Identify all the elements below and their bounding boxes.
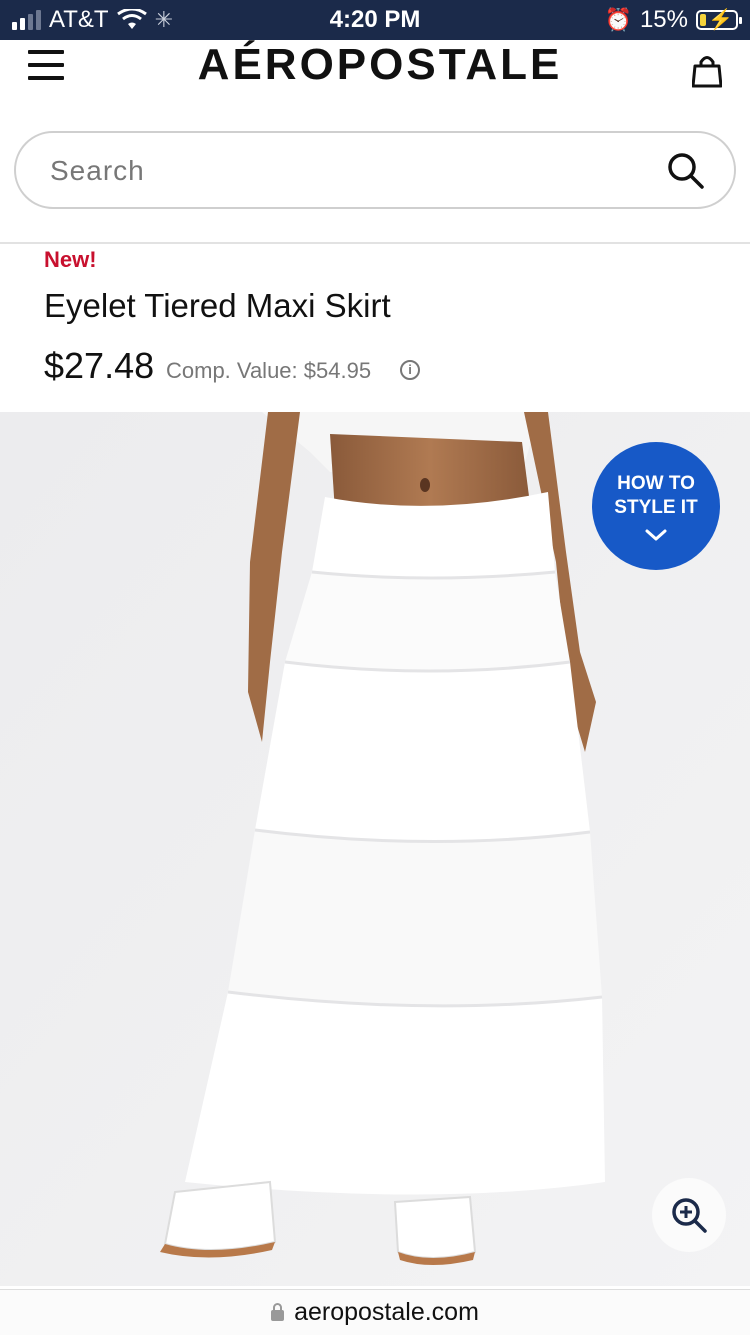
- battery-percent: 15%: [639, 6, 688, 33]
- comp-value: Comp. Value: $54.95: [166, 358, 372, 383]
- alarm-icon: ⏰: [604, 7, 632, 32]
- info-icon[interactable]: i: [400, 360, 420, 380]
- search-bar[interactable]: [14, 131, 736, 209]
- how-to-style-button[interactable]: HOW TO STYLE IT: [592, 442, 720, 570]
- site-header: AÉROPOSTALE: [0, 40, 750, 110]
- browser-url-bar[interactable]: aeropostale.com: [0, 1289, 750, 1335]
- new-badge: New!: [44, 247, 97, 272]
- brand-logo[interactable]: AÉROPOSTALE: [0, 40, 750, 90]
- chevron-down-icon: [645, 529, 667, 541]
- how-to-style-line2: STYLE IT: [614, 497, 698, 518]
- shopping-bag-icon[interactable]: [692, 54, 722, 88]
- search-icon[interactable]: [666, 151, 706, 191]
- search-input[interactable]: [48, 147, 632, 195]
- product-image[interactable]: HOW TO STYLE IT: [0, 412, 750, 1286]
- zoom-in-icon: [672, 1198, 707, 1233]
- product-title: Eyelet Tiered Maxi Skirt: [44, 287, 391, 324]
- zoom-button[interactable]: [652, 1178, 726, 1252]
- status-right: ⏰ 15% ⚡: [604, 6, 742, 34]
- url-display[interactable]: aeropostale.com: [0, 1298, 750, 1327]
- how-to-style-line1: HOW TO: [617, 473, 695, 494]
- status-bar: AT&T ✳ 4:20 PM ⏰ 15% ⚡: [0, 0, 750, 40]
- divider: [0, 242, 750, 244]
- product-price: $27.48: [44, 345, 155, 386]
- url-text: aeropostale.com: [294, 1298, 479, 1326]
- lock-icon: [271, 1302, 285, 1321]
- battery-icon: ⚡: [696, 9, 742, 31]
